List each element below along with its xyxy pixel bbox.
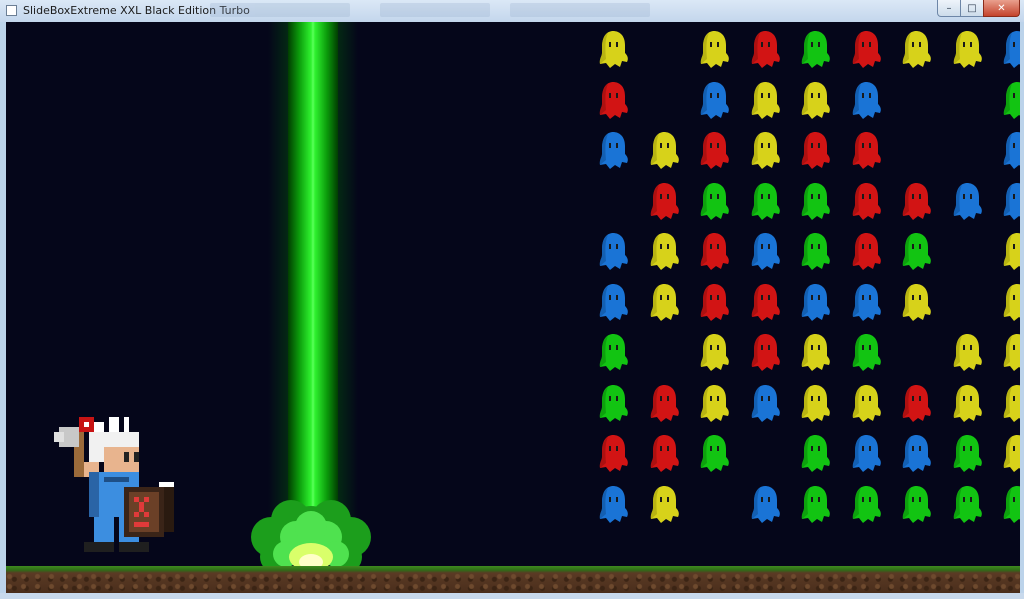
ghost-red — [650, 182, 679, 220]
ghost-blue — [852, 81, 881, 119]
window-titlebar[interactable]: SlideBoxExtreme XXL Black Edition Turbo … — [0, 0, 1024, 22]
ghost-green — [801, 31, 830, 68]
ghost-yellow — [700, 334, 729, 371]
background-taskbar-reflection — [210, 3, 730, 17]
ghost-red — [852, 182, 881, 220]
ghost-yellow — [953, 384, 982, 422]
ghost-red — [650, 384, 679, 422]
ghost-yellow — [1003, 334, 1020, 371]
ghost-blue — [852, 435, 881, 472]
game-canvas[interactable] — [6, 22, 1020, 593]
ghost-green — [801, 182, 830, 220]
ghost-green — [801, 233, 830, 270]
ghost-yellow — [650, 233, 679, 270]
ghost-yellow — [599, 31, 628, 68]
ghost-yellow — [751, 81, 780, 119]
ghost-green — [1003, 485, 1020, 523]
laser-impact-blast — [251, 500, 371, 572]
ghost-yellow — [953, 31, 982, 68]
ghost-yellow — [650, 132, 679, 169]
ghost-red — [650, 435, 679, 472]
ghost-green — [902, 233, 931, 270]
ghost-yellow — [801, 384, 830, 422]
ghost-green — [801, 435, 830, 472]
ghost-red — [852, 132, 881, 169]
ghost-green — [700, 182, 729, 220]
ghost-blue — [1003, 132, 1020, 169]
ghost-yellow — [1003, 384, 1020, 422]
ghost-yellow — [801, 81, 830, 119]
ghost-yellow — [650, 485, 679, 523]
ghost-yellow — [650, 283, 679, 321]
ghost-blue — [902, 435, 931, 472]
ghost-blue — [599, 132, 628, 169]
ghost-blue — [852, 283, 881, 321]
ghost-yellow — [902, 31, 931, 68]
ghost-red — [902, 384, 931, 422]
ghost-red — [599, 81, 628, 119]
ghost-blue — [700, 81, 729, 119]
window-bottom-border — [0, 593, 1024, 599]
maximize-button[interactable]: □ — [960, 0, 984, 17]
ghost-yellow — [1003, 283, 1020, 321]
player-character — [54, 417, 174, 552]
ghost-red — [751, 31, 780, 68]
ghost-red — [801, 132, 830, 169]
ghost-green — [1003, 81, 1020, 119]
app-icon — [6, 5, 17, 16]
ground-texture — [6, 573, 1020, 593]
ghost-yellow — [801, 334, 830, 371]
ghost-red — [751, 334, 780, 371]
ghost-blue — [599, 233, 628, 270]
ghost-yellow — [700, 384, 729, 422]
ghost-green — [751, 182, 780, 220]
ghost-green — [953, 435, 982, 472]
ghost-blue — [751, 384, 780, 422]
ghost-blue — [751, 485, 780, 523]
ghost-red — [751, 283, 780, 321]
ghost-red — [700, 283, 729, 321]
ghost-green — [801, 485, 830, 523]
ghost-red — [700, 233, 729, 270]
ghost-yellow — [902, 283, 931, 321]
ghost-red — [852, 233, 881, 270]
ghost-green — [599, 384, 628, 422]
ghost-green — [953, 485, 982, 523]
close-button[interactable]: ✕ — [983, 0, 1020, 17]
ghost-yellow — [953, 334, 982, 371]
ghost-red — [902, 182, 931, 220]
ghost-yellow — [1003, 435, 1020, 472]
ghost-yellow — [751, 132, 780, 169]
ghost-green — [852, 334, 881, 371]
ghost-yellow — [700, 31, 729, 68]
ghost-blue — [599, 485, 628, 523]
ghost-green — [599, 334, 628, 371]
ghost-green — [700, 435, 729, 472]
ghost-blue — [599, 283, 628, 321]
laser-beam — [288, 22, 338, 547]
minimize-button[interactable]: – — [937, 0, 961, 17]
ghost-yellow — [1003, 233, 1020, 270]
ghost-green — [852, 485, 881, 523]
ghost-blue — [1003, 31, 1020, 68]
ghost-blue — [751, 233, 780, 270]
ghost-red — [599, 435, 628, 472]
ghost-yellow — [852, 384, 881, 422]
ghost-blue — [1003, 182, 1020, 220]
ghost-blue — [953, 182, 982, 220]
ghost-red — [700, 132, 729, 169]
ghost-green — [902, 485, 931, 523]
ghost-blue — [801, 283, 830, 321]
ghost-red — [852, 31, 881, 68]
